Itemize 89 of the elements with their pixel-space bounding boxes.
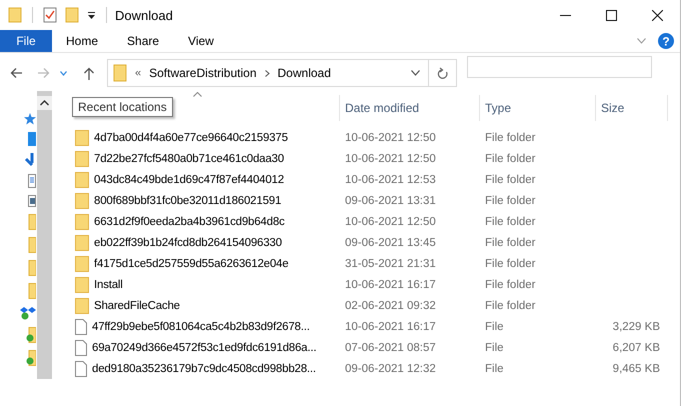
- date-cell-text: 10-06-2021 12:50: [344, 152, 437, 164]
- folder-icon: [75, 130, 89, 146]
- type-cell-text: File folder: [484, 174, 536, 186]
- ribbon-tab[interactable]: Share: [113, 30, 174, 52]
- folder-icon: [75, 172, 89, 188]
- date-cell-text: 10-06-2021 16:17: [344, 278, 437, 290]
- star-icon[interactable]: [24, 113, 36, 125]
- download-arrow-icon[interactable]: [24, 153, 36, 167]
- folder-icon: [75, 234, 89, 250]
- address-bar[interactable]: « SoftwareDistribution Download: [107, 59, 457, 87]
- date-cell-text: 10-06-2021 12:50: [344, 216, 437, 228]
- date-cell-text: 02-06-2021 09:32: [344, 300, 437, 312]
- type-cell-text: File folder: [484, 300, 536, 312]
- file-icon: [75, 360, 87, 376]
- type-cell-text: File folder: [484, 152, 536, 164]
- synced-folder-icon[interactable]: [24, 327, 36, 343]
- type-cell-text: File: [484, 342, 505, 354]
- refresh-icon: [436, 66, 448, 80]
- type-cell-text: File folder: [484, 194, 536, 206]
- back-arrow-icon[interactable]: [10, 67, 23, 79]
- file-name[interactable]: 69a70249d366e4572f53c1ed9fdc6191d86a...: [92, 342, 316, 354]
- column-header[interactable]: Type: [480, 95, 596, 121]
- type-cell-text: File folder: [484, 132, 536, 144]
- date-cell-text: 09-06-2021 13:31: [344, 194, 437, 206]
- sort-caret-icon: [193, 92, 202, 97]
- forward-arrow-icon[interactable]: [37, 67, 50, 79]
- scroll-up-icon[interactable]: [37, 96, 52, 110]
- file-name[interactable]: 6631d2f9f0eeda2ba4b3961cd9b64d8c: [94, 216, 285, 228]
- file-name[interactable]: eb022ff39b1b24fcd8db264154096330: [94, 236, 282, 248]
- folder-icon: [75, 256, 89, 272]
- size-cell: 9,465 KB: [612, 362, 660, 374]
- file-name[interactable]: 7d22be27fcf5480a0b71ce461c0daa30: [94, 152, 284, 164]
- ribbon-tab[interactable]: View: [174, 30, 229, 52]
- file-name[interactable]: 043dc84c49bde1d69c47f87ef4404012: [94, 174, 284, 186]
- help-icon[interactable]: ?: [658, 33, 674, 49]
- type-cell-text: File: [484, 362, 505, 374]
- folder-icon: [75, 192, 89, 208]
- breadcrumb[interactable]: Download: [278, 66, 331, 80]
- chevron-right-icon[interactable]: [264, 70, 270, 76]
- date-cell-text: 31-05-2021 21:31: [344, 258, 437, 270]
- close-icon: [652, 10, 662, 20]
- file-name[interactable]: 4d7ba00d4f4a60e77ce96640c2159375: [94, 132, 288, 144]
- date-cell-text: 09-06-2021 13:45: [344, 236, 437, 248]
- breadcrumb[interactable]: SoftwareDistribution: [149, 66, 257, 80]
- dropdown-icon[interactable]: [411, 70, 420, 76]
- folder-icon[interactable]: [8, 7, 22, 23]
- file-name[interactable]: Install: [94, 278, 123, 290]
- date-cell-text: 10-06-2021 12:53: [344, 174, 437, 186]
- dropdown-icon[interactable]: [87, 10, 96, 20]
- synced-folder-icon[interactable]: [24, 350, 36, 366]
- column-header[interactable]: Size: [596, 95, 668, 121]
- type-cell-text: File folder: [484, 236, 536, 248]
- folder-icon: [75, 150, 89, 166]
- recent-locations-icon[interactable]: [60, 70, 67, 76]
- size-cell: 3,229 KB: [612, 320, 660, 332]
- type-cell-text: File folder: [484, 216, 536, 228]
- window-title: Download: [115, 8, 173, 22]
- expand-ribbon-icon[interactable]: [637, 38, 646, 44]
- file-name[interactable]: 47ff29b9ebe5f081064ca5c4b2b83d9f2678...: [92, 320, 310, 332]
- folder-icon: [75, 276, 89, 292]
- search-field[interactable]: [467, 56, 652, 78]
- date-cell-text: 10-06-2021 12:50: [344, 132, 437, 144]
- file-name[interactable]: f4175d1ce5d257559d55a6263612e04e: [94, 258, 288, 270]
- folder-icon[interactable]: [65, 7, 79, 23]
- type-cell-text: File folder: [484, 258, 536, 270]
- date-cell-text: 10-06-2021 16:17: [344, 320, 437, 332]
- file-name[interactable]: ded9180a35236179b7c9dc4508cd998bb28...: [92, 362, 316, 374]
- folder-icon: [75, 298, 89, 314]
- maximize-icon: [606, 10, 616, 20]
- ribbon-tab[interactable]: Home: [52, 30, 114, 52]
- file-icon: [75, 340, 87, 356]
- date-cell-text: 07-06-2021 08:57: [344, 342, 437, 354]
- type-cell-text: File: [484, 320, 505, 332]
- file-tab[interactable]: File: [0, 30, 52, 52]
- type-cell-text: File folder: [484, 278, 536, 290]
- scrollbar[interactable]: [37, 91, 52, 379]
- file-name[interactable]: 800f689bbf31fc0be32011d186021591: [94, 194, 282, 206]
- column-header[interactable]: Date modified: [340, 95, 480, 121]
- overflow-chevron[interactable]: «: [135, 67, 142, 79]
- properties-icon[interactable]: [43, 7, 57, 23]
- tooltip: Recent locations: [72, 97, 173, 117]
- dropbox-icon[interactable]: [20, 306, 36, 320]
- date-cell-text: 09-06-2021 12:32: [344, 362, 437, 374]
- up-arrow-icon[interactable]: [83, 66, 95, 80]
- folder-icon: [75, 214, 89, 230]
- size-cell: 6,207 KB: [612, 342, 660, 354]
- file-name[interactable]: SharedFileCache: [94, 300, 180, 312]
- folder-icon: [113, 64, 127, 82]
- file-icon: [75, 318, 87, 334]
